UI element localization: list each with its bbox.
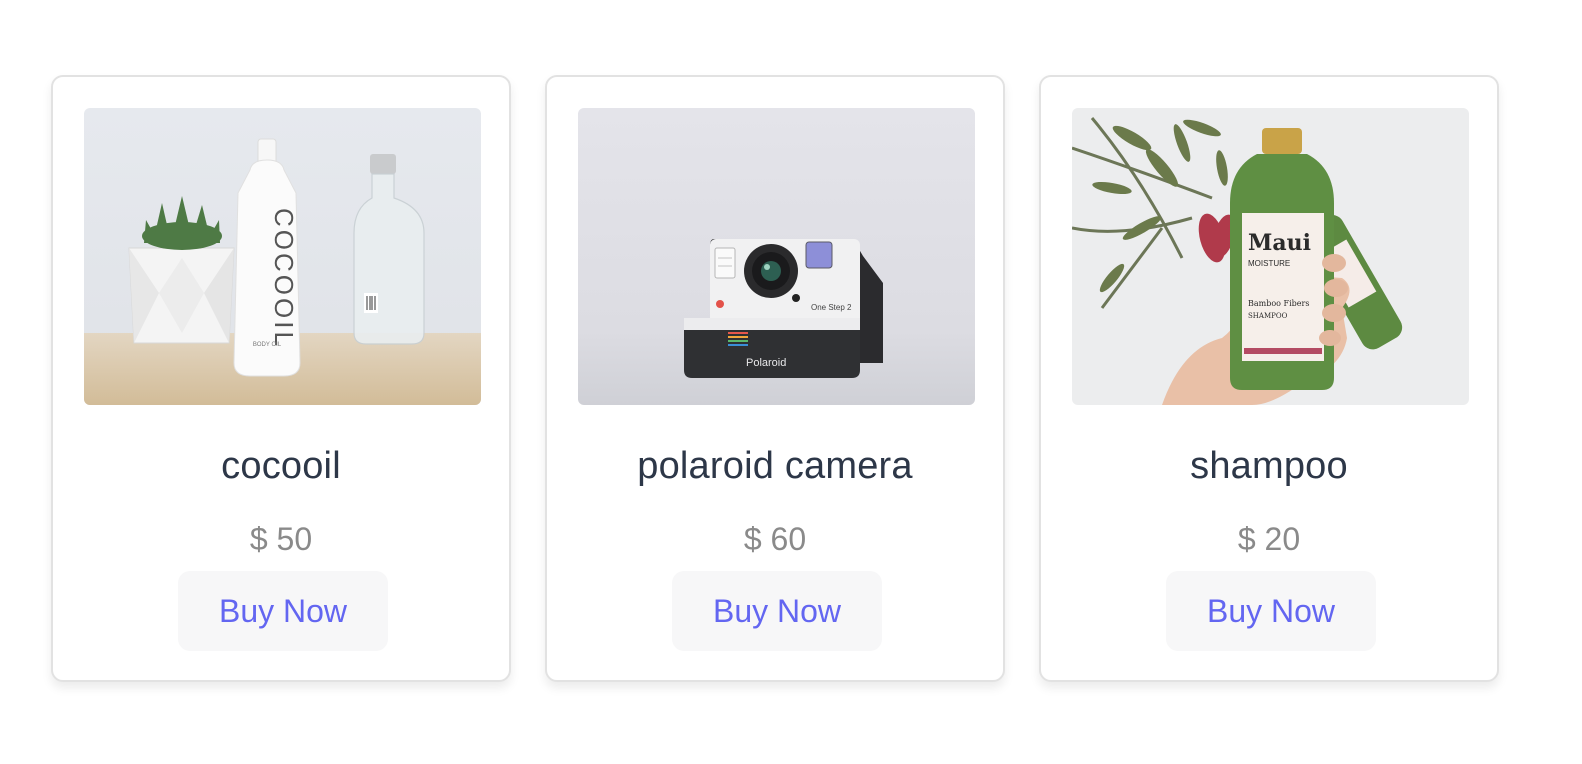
product-image: Maui MOISTURE Bamboo Fibers SHAMPOO: [1072, 108, 1469, 405]
product-name: polaroid camera: [637, 445, 913, 487]
product-price: $ 60: [743, 521, 807, 557]
product-grid: COCOOIL BODY OIL cocooil $ 50 Buy Now Po…: [51, 75, 1499, 682]
product-card: Polaroid One Step 2 polaroid camera $ 60…: [545, 75, 1005, 682]
bottle-brand-text: COCOOIL: [269, 208, 299, 349]
product-name: cocooil: [221, 445, 341, 487]
product-image: Polaroid One Step 2: [578, 108, 975, 405]
product-price: $ 50: [249, 521, 313, 557]
product-name: shampoo: [1190, 445, 1348, 487]
product-image: COCOOIL BODY OIL: [84, 108, 481, 405]
svg-text:BODY OIL: BODY OIL: [253, 342, 282, 348]
product-card: Maui MOISTURE Bamboo Fibers SHAMPOO sham…: [1039, 75, 1499, 682]
shampoo-product-photo: Maui MOISTURE Bamboo Fibers SHAMPOO: [1072, 108, 1469, 405]
svg-text:One Step 2: One Step 2: [811, 303, 852, 312]
bottle-brand-text: Maui: [1248, 230, 1311, 256]
product-card: COCOOIL BODY OIL cocooil $ 50 Buy Now: [51, 75, 511, 682]
buy-now-button[interactable]: Buy Now: [178, 571, 388, 651]
polaroid-camera-product-photo: Polaroid One Step 2: [578, 108, 975, 405]
product-price: $ 20: [1237, 521, 1301, 557]
cocooil-product-photo: COCOOIL BODY OIL: [84, 108, 481, 405]
camera-brand-text: Polaroid: [746, 357, 786, 369]
buy-now-button[interactable]: Buy Now: [1166, 571, 1376, 651]
buy-now-button[interactable]: Buy Now: [672, 571, 882, 651]
svg-text:SHAMPOO: SHAMPOO: [1248, 312, 1288, 320]
svg-text:Bamboo Fibers: Bamboo Fibers: [1248, 299, 1309, 308]
svg-text:MOISTURE: MOISTURE: [1248, 259, 1290, 268]
